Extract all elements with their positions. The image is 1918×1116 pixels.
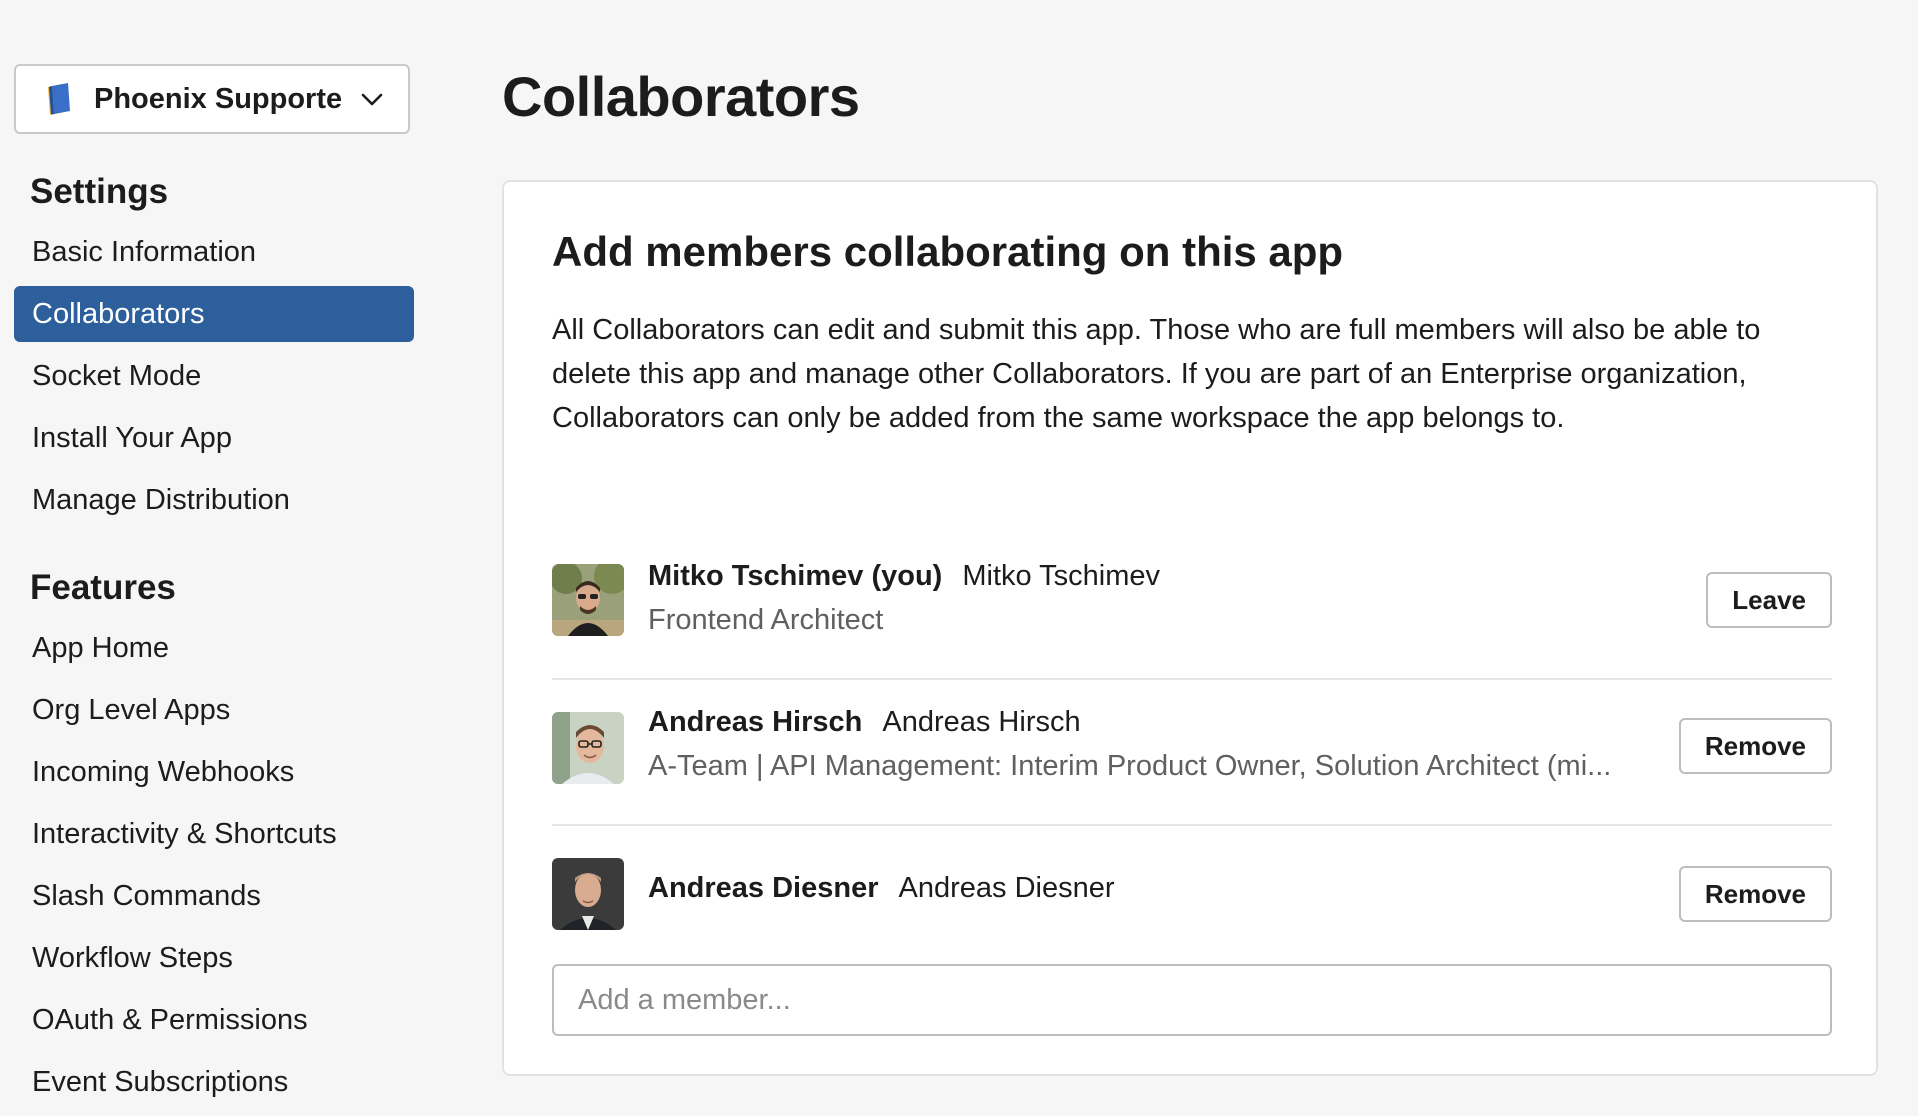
app-name: Phoenix Supporter — [94, 82, 344, 115]
member-info: Andreas Diesner Andreas Diesner — [648, 866, 1115, 910]
sidebar-item-app-home[interactable]: App Home — [14, 620, 414, 676]
sidebar-item-workflow-steps[interactable]: Workflow Steps — [14, 930, 414, 986]
member-title: Frontend Architect — [648, 604, 884, 636]
member-title: A-Team | API Management: Interim Product… — [648, 750, 1612, 782]
member-display-name[interactable]: Mitko Tschimev (you) — [648, 560, 942, 592]
member-display-name[interactable]: Andreas Hirsch — [648, 706, 862, 738]
add-member-input[interactable] — [552, 964, 1832, 1036]
remove-button[interactable]: Remove — [1678, 866, 1832, 922]
sidebar-item-org-level-apps[interactable]: Org Level Apps — [14, 682, 414, 738]
sidebar-item-collaborators[interactable]: Collaborators — [14, 286, 414, 342]
sidebar-item-basic-information[interactable]: Basic Information — [14, 224, 414, 280]
chevron-down-icon — [358, 85, 386, 113]
card-title: Add members collaborating on this app — [552, 228, 1344, 275]
sidebar-item-interactivity-shortcuts[interactable]: Interactivity & Shortcuts — [14, 806, 414, 862]
sidebar-item-slash-commands[interactable]: Slash Commands — [14, 868, 414, 924]
member-display-name[interactable]: Andreas Diesner — [648, 872, 879, 904]
sidebar-item-install-your-app[interactable]: Install Your App — [14, 410, 414, 466]
avatar[interactable] — [552, 858, 624, 930]
collaborators-card: Add members collaborating on this app Al… — [502, 180, 1878, 1076]
remove-button[interactable]: Remove — [1678, 718, 1832, 774]
sidebar-item-incoming-webhooks[interactable]: Incoming Webhooks — [14, 744, 414, 800]
avatar[interactable] — [552, 712, 624, 784]
settings-heading: Settings — [30, 172, 169, 211]
sidebar-item-manage-distribution[interactable]: Manage Distribution — [14, 472, 414, 528]
page-title: Collaborators — [502, 65, 860, 128]
features-heading: Features — [30, 568, 176, 607]
leave-button[interactable]: Leave — [1706, 572, 1832, 628]
settings-nav: Basic Information Collaborators Socket M… — [14, 224, 414, 534]
member-row: Mitko Tschimev (you) Mitko Tschimev Front… — [552, 534, 1832, 680]
sidebar-item-oauth-permissions[interactable]: OAuth & Permissions — [14, 992, 414, 1048]
member-row: Andreas Hirsch Andreas Hirsch A-Team | AP… — [552, 680, 1832, 826]
sidebar-item-event-subscriptions[interactable]: Event Subscriptions — [14, 1054, 414, 1110]
features-nav: App Home Org Level Apps Incoming Webhook… — [14, 620, 414, 1116]
sidebar-item-socket-mode[interactable]: Socket Mode — [14, 348, 414, 404]
member-info: Mitko Tschimev (you) Mitko Tschimev Front… — [648, 554, 1160, 642]
member-full-name: Andreas Hirsch — [882, 706, 1081, 738]
card-description: All Collaborators can edit and submit th… — [552, 314, 1761, 434]
book-icon — [42, 81, 78, 117]
app-switcher[interactable]: Phoenix Supporter — [14, 64, 410, 134]
member-info: Andreas Hirsch Andreas Hirsch A-Team | AP… — [648, 700, 1611, 788]
member-full-name: Andreas Diesner — [898, 872, 1115, 904]
member-row: Andreas Diesner Andreas Diesner Remove — [552, 826, 1832, 972]
avatar[interactable] — [552, 564, 624, 636]
member-full-name: Mitko Tschimev — [962, 560, 1161, 592]
